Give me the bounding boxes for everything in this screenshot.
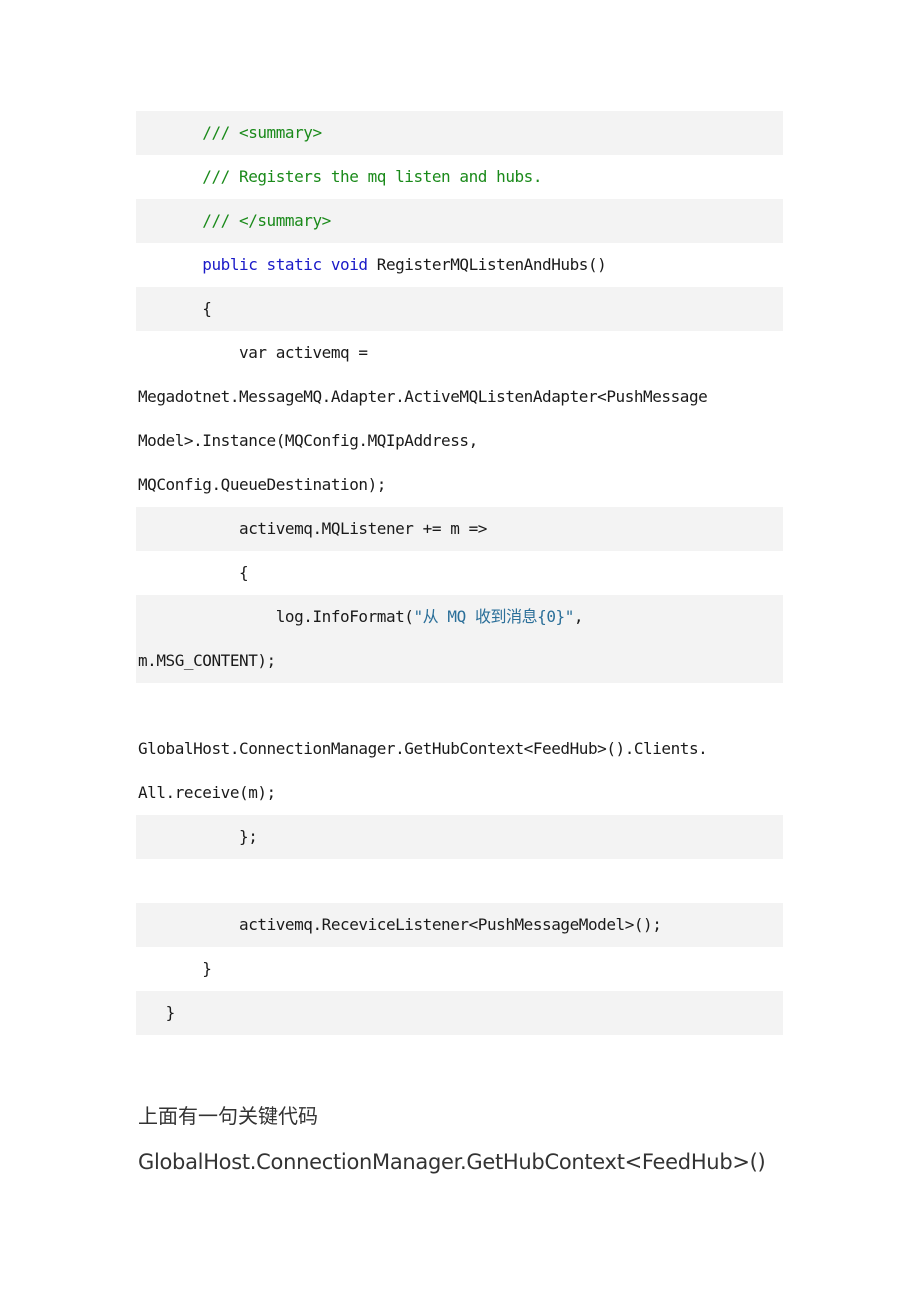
code-line: Megadotnet.MessageMQ.Adapter.ActiveMQLis… [136,375,783,419]
code-line: m.MSG_CONTENT); [136,639,783,683]
code-line: var activemq = [136,331,783,375]
code-text: var activemq = [239,343,368,362]
code-row: /// </summary> [136,199,783,243]
code-line: { [136,551,783,595]
code-text: activemq.MQListener += m => [239,519,487,538]
code-line: All.receive(m); [136,771,783,815]
code-row: }; [136,815,783,859]
code-text: All.receive(m); [138,783,276,802]
code-text: } [165,1003,176,1022]
code-line: } [136,947,783,991]
code-text: RegisterMQListenAndHubs() [367,255,607,274]
code-text: } [202,959,212,978]
code-text: log.InfoFormat( [275,607,414,626]
code-line: MQConfig.QueueDestination); [136,463,783,507]
code-line: GlobalHost.ConnectionManager.GetHubConte… [136,727,783,771]
code-string: "从 MQ 收到消息{0}" [413,607,575,626]
code-block: /// <summary> /// Registers the mq liste… [136,111,783,1035]
code-line: }; [136,815,783,859]
prose-key-code: GlobalHost.ConnectionManager.GetHubConte… [138,1150,766,1174]
code-text: MQConfig.QueueDestination); [138,475,386,494]
code-text: activemq.ReceviceListener<PushMessageMod… [239,915,662,934]
code-text: GlobalHost.ConnectionManager.GetHubConte… [138,739,708,758]
code-keyword: public static void [202,255,368,274]
code-line: log.InfoFormat("从 MQ 收到消息{0}", [136,595,783,639]
code-line: /// <summary> [136,111,783,155]
code-line: Model>.Instance(MQConfig.MQIpAddress, [136,419,783,463]
code-row: /// <summary> [136,111,783,155]
code-text: }; [239,827,258,846]
code-row: log.InfoFormat("从 MQ 收到消息{0}", m.MSG_CONT… [136,595,783,683]
code-row: activemq.MQListener += m => [136,507,783,551]
code-text: , [573,607,584,626]
code-text: Model>.Instance(MQConfig.MQIpAddress, [138,431,478,450]
code-line: /// Registers the mq listen and hubs. [136,155,783,199]
code-line: public static void RegisterMQListenAndHu… [136,243,783,287]
code-row: { [136,551,783,595]
code-line: /// </summary> [136,199,783,243]
code-row: { [136,287,783,331]
code-line: } [136,991,783,1035]
code-row: activemq.ReceviceListener<PushMessageMod… [136,903,783,947]
code-line: activemq.MQListener += m => [136,507,783,551]
code-row: public static void RegisterMQListenAndHu… [136,243,783,287]
code-comment: /// </summary> [202,211,331,230]
code-row [136,859,783,903]
code-comment: /// <summary> [202,123,322,142]
code-line: activemq.ReceviceListener<PushMessageMod… [136,903,783,947]
code-row: /// Registers the mq listen and hubs. [136,155,783,199]
code-row: } [136,991,783,1035]
code-line: { [136,287,783,331]
prose-intro: 上面有一句关键代码 [138,1104,318,1128]
code-comment: /// Registers the mq listen and hubs. [202,167,543,186]
code-text: { [239,563,249,582]
code-row: GlobalHost.ConnectionManager.GetHubConte… [136,683,783,815]
code-text: m.MSG_CONTENT); [138,651,276,670]
code-text: { [202,299,212,318]
code-row: } [136,947,783,991]
code-row: var activemq = Megadotnet.MessageMQ.Adapt… [136,331,783,507]
code-text: Megadotnet.MessageMQ.Adapter.ActiveMQLis… [138,387,708,406]
